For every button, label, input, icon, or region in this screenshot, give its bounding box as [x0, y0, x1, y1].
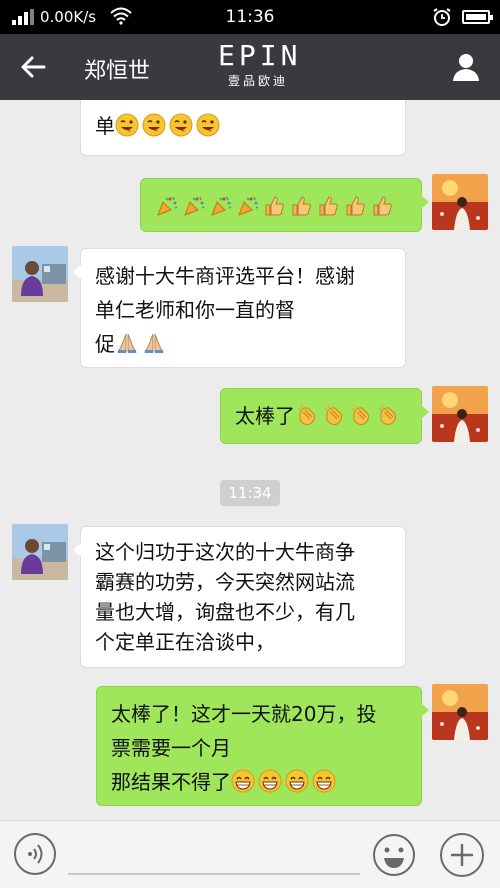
message-line: 量也大增，询盘也不少，有几	[95, 600, 355, 624]
self-avatar[interactable]	[432, 174, 488, 230]
grin-wink-emoji	[169, 113, 193, 137]
party-popper-emoji	[182, 194, 206, 218]
self-avatar[interactable]	[432, 386, 488, 442]
title-bar: 郑恒世 EPIN 壹品欧迪	[0, 34, 500, 100]
message-text: 太棒了	[235, 404, 295, 428]
smiley-icon	[373, 834, 415, 876]
thumbs-up-emoji	[263, 194, 287, 218]
brand-logo-main: EPIN	[218, 39, 302, 72]
grin-emoji	[258, 769, 282, 793]
contact-avatar[interactable]	[12, 524, 68, 580]
grin-wink-emoji	[142, 113, 166, 137]
alarm-icon	[433, 8, 451, 26]
grin-emoji	[285, 769, 309, 793]
voice-input-button[interactable]	[14, 833, 56, 875]
message-line: 促	[95, 332, 115, 356]
clap-emoji	[349, 403, 373, 427]
message-input[interactable]	[68, 835, 360, 875]
thumbs-up-emoji	[290, 194, 314, 218]
grin-emoji	[231, 769, 255, 793]
message-line: 票需要一个月	[111, 736, 231, 760]
message-line: 个定单正在洽谈中，	[95, 630, 275, 654]
status-time: 11:36	[225, 7, 275, 27]
message-text: 单	[95, 114, 115, 138]
clap-emoji	[295, 403, 319, 427]
received-message[interactable]: 这个归功于这次的十大牛商争 霸赛的功劳，今天突然网站流 量也大增，询盘也不少，有…	[73, 526, 406, 668]
party-popper-emoji	[236, 194, 260, 218]
party-popper-emoji	[155, 194, 179, 218]
back-arrow-icon[interactable]	[18, 52, 48, 82]
message-line: 那结果不得了	[111, 770, 231, 794]
thumbs-up-emoji	[317, 194, 341, 218]
received-message[interactable]: 感谢十大牛商评选平台！感谢 单仁老师和你一直的督 促	[73, 248, 406, 368]
clap-emoji	[322, 403, 346, 427]
status-bar: 0.00K/s 11:36	[0, 0, 500, 34]
thumbs-up-emoji	[371, 194, 395, 218]
chat-area[interactable]: 单 感谢十大牛商评选平台！感谢 单仁老师和你一直的督 促 太棒了 11:34 这…	[0, 100, 500, 820]
party-popper-emoji	[209, 194, 233, 218]
battery-icon	[462, 10, 493, 24]
sent-message[interactable]: 太棒了	[220, 388, 429, 444]
more-options-button[interactable]	[440, 833, 484, 877]
timestamp: 11:34	[220, 480, 280, 506]
message-line: 感谢十大牛商评选平台！感谢	[95, 264, 355, 288]
message-line: 霸赛的功劳，今天突然网站流	[95, 570, 355, 594]
message-line: 这个归功于这次的十大牛商争	[95, 540, 355, 564]
brand-logo-sub: 壹品欧迪	[227, 74, 288, 88]
contact-avatar[interactable]	[12, 246, 68, 302]
message-line: 单仁老师和你一直的督	[95, 298, 295, 322]
pray-emoji	[142, 331, 166, 355]
input-bar	[0, 820, 500, 888]
message-line: 太棒了！这才一天就20万，投	[111, 702, 377, 726]
thumbs-up-emoji	[344, 194, 368, 218]
grin-emoji	[312, 769, 336, 793]
sent-message[interactable]	[140, 178, 429, 232]
person-icon[interactable]	[450, 51, 482, 83]
grin-wink-emoji	[196, 113, 220, 137]
voice-icon	[28, 844, 43, 864]
grin-wink-emoji	[115, 113, 139, 137]
received-message[interactable]: 单	[80, 100, 406, 156]
brand-logo: EPIN 壹品欧迪	[218, 40, 298, 89]
contact-name: 郑恒世	[84, 59, 151, 84]
emoji-button[interactable]	[372, 833, 416, 877]
plus-icon	[451, 844, 473, 866]
sent-message[interactable]: 太棒了！这才一天就20万，投 票需要一个月 那结果不得了	[96, 686, 429, 806]
self-avatar[interactable]	[432, 684, 488, 740]
clap-emoji	[376, 403, 400, 427]
pray-emoji	[115, 331, 139, 355]
